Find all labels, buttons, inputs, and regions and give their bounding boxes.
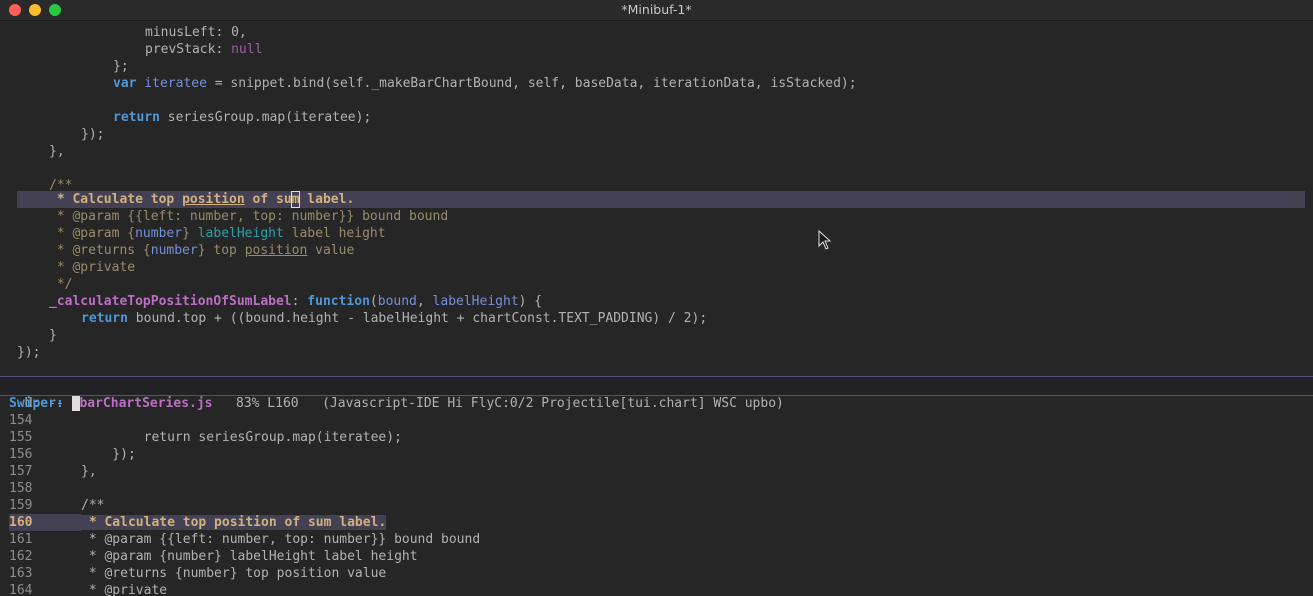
title-bar: *Minibuf-1* [0, 0, 1313, 21]
code-line: }); [17, 345, 41, 360]
code-line: return bound.top + ((bound.height - labe… [81, 311, 708, 326]
code-line: var iteratee = snippet.bind(self._makeBa… [113, 76, 857, 91]
code-line: * @returns {number} top position value [49, 243, 355, 258]
swiper-candidate[interactable]: 159/** [9, 497, 104, 514]
code-line: return seriesGroup.map(iteratee); [113, 110, 372, 125]
swiper-prompt: Swiper: [9, 396, 64, 411]
code-line: }, [49, 144, 65, 159]
minibuffer[interactable]: Swiper: 154 155 return seriesGroup.map(i… [0, 395, 1313, 596]
swiper-candidate[interactable]: 154 [9, 412, 81, 429]
mouse-pointer-icon [818, 230, 832, 250]
swiper-candidate[interactable]: 161 * @param {{left: number, top: number… [9, 531, 480, 548]
swiper-candidate[interactable]: 163 * @returns {number} top position val… [9, 565, 386, 582]
code-line: prevStack: null [145, 42, 263, 57]
code-line: } [49, 328, 57, 343]
code-line: * @param {number} labelHeight label heig… [49, 226, 386, 241]
swiper-candidate[interactable]: 157}, [9, 463, 97, 480]
code-line: }); [81, 127, 105, 142]
swiper-candidate[interactable]: 156 }); [9, 446, 136, 463]
code-line-current: * Calculate top position of sum label. [49, 191, 355, 208]
swiper-candidate[interactable]: 164 * @private [9, 582, 167, 596]
swiper-candidate[interactable]: 158 [9, 480, 81, 497]
swiper-candidate-selected[interactable]: 160 * Calculate top position of sum labe… [9, 514, 387, 531]
swiper-candidate[interactable]: 155 return seriesGroup.map(iteratee); [9, 429, 402, 446]
code-line: * @private [49, 260, 136, 275]
code-line: */ [49, 277, 73, 292]
window-title: *Minibuf-1* [621, 2, 692, 17]
minibuffer-cursor [71, 396, 80, 411]
mode-line: U:--- barChartSeries.js 83% L160 (Javasc… [0, 376, 1313, 411]
code-line: minusLeft: 0, [145, 25, 247, 40]
swiper-input-line[interactable]: Swiper: [9, 395, 80, 412]
code-line: }; [113, 59, 129, 74]
code-editor[interactable]: minusLeft: 0, prevStack: null }; var ite… [0, 20, 1313, 376]
swiper-candidate[interactable]: 162 * @param {number} labelHeight label … [9, 548, 418, 565]
code-line: _calculateTopPositionOfSumLabel: functio… [49, 294, 543, 309]
code-line: * @param {{left: number, top: number}} b… [49, 209, 449, 224]
